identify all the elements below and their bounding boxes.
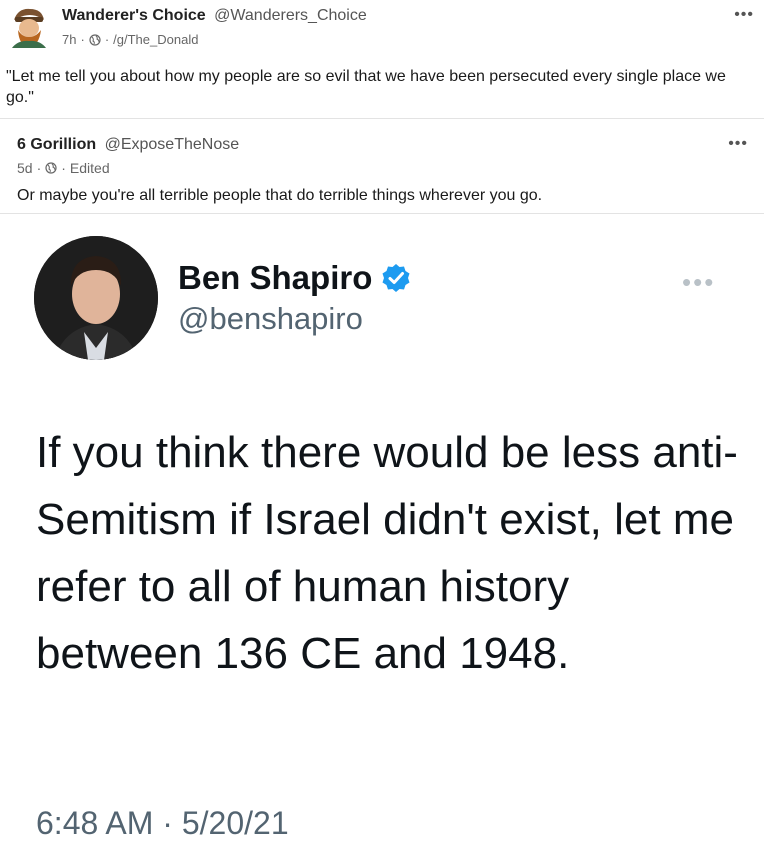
separator: · (36, 160, 42, 176)
quoted-post[interactable]: 6 Gorillion @ExposeTheNose 5d · · Edited… (0, 118, 764, 214)
globe-icon (45, 162, 57, 174)
separator: · (80, 32, 85, 47)
tweet-avatar (34, 236, 158, 360)
tweet-author-handle: @benshapiro (178, 301, 363, 336)
main-post: Wanderer's Choice @Wanderers_Choice 7h ·… (0, 0, 764, 116)
globe-icon (89, 33, 101, 46)
tweet-text: If you think there would be less anti-Se… (36, 428, 738, 678)
more-options-icon[interactable]: ••• (734, 6, 754, 24)
quoted-author: 6 Gorillion @ExposeTheNose (17, 136, 239, 154)
tweet-author: Ben Shapiro (178, 259, 412, 297)
verified-badge-icon (382, 264, 410, 292)
tweet-author-name: Ben Shapiro (178, 259, 373, 296)
community-link[interactable]: /g/The_Donald (113, 32, 198, 47)
post-author: Wanderer's Choice @Wanderers_Choice (62, 7, 367, 25)
separator: · (61, 160, 66, 176)
more-options-icon[interactable]: ••• (728, 135, 748, 153)
author-handle[interactable]: @Wanderers_Choice (214, 7, 367, 24)
author-name[interactable]: Wanderer's Choice (62, 7, 206, 24)
quoted-author-name[interactable]: 6 Gorillion (17, 136, 96, 153)
quoted-meta: 5d · · Edited (17, 160, 110, 176)
more-options-icon: ••• (682, 267, 716, 297)
tweet-screenshot[interactable]: Ben Shapiro @benshapiro ••• If you think… (0, 215, 764, 853)
tweet-timestamp: 6:48 AM · 5/20/21 (36, 805, 289, 841)
quoted-author-handle[interactable]: @ExposeTheNose (105, 136, 240, 153)
edited-label: Edited (69, 160, 110, 176)
post-time[interactable]: 7h (62, 32, 76, 47)
quoted-time[interactable]: 5d (17, 160, 33, 176)
quoted-body: Or maybe you're all terrible people that… (17, 187, 543, 204)
avatar[interactable] (6, 4, 52, 50)
separator: · (104, 32, 110, 47)
post-body: "Let me tell you about how my people are… (6, 68, 726, 106)
post-meta: 7h · · /g/The_Donald (62, 32, 198, 47)
